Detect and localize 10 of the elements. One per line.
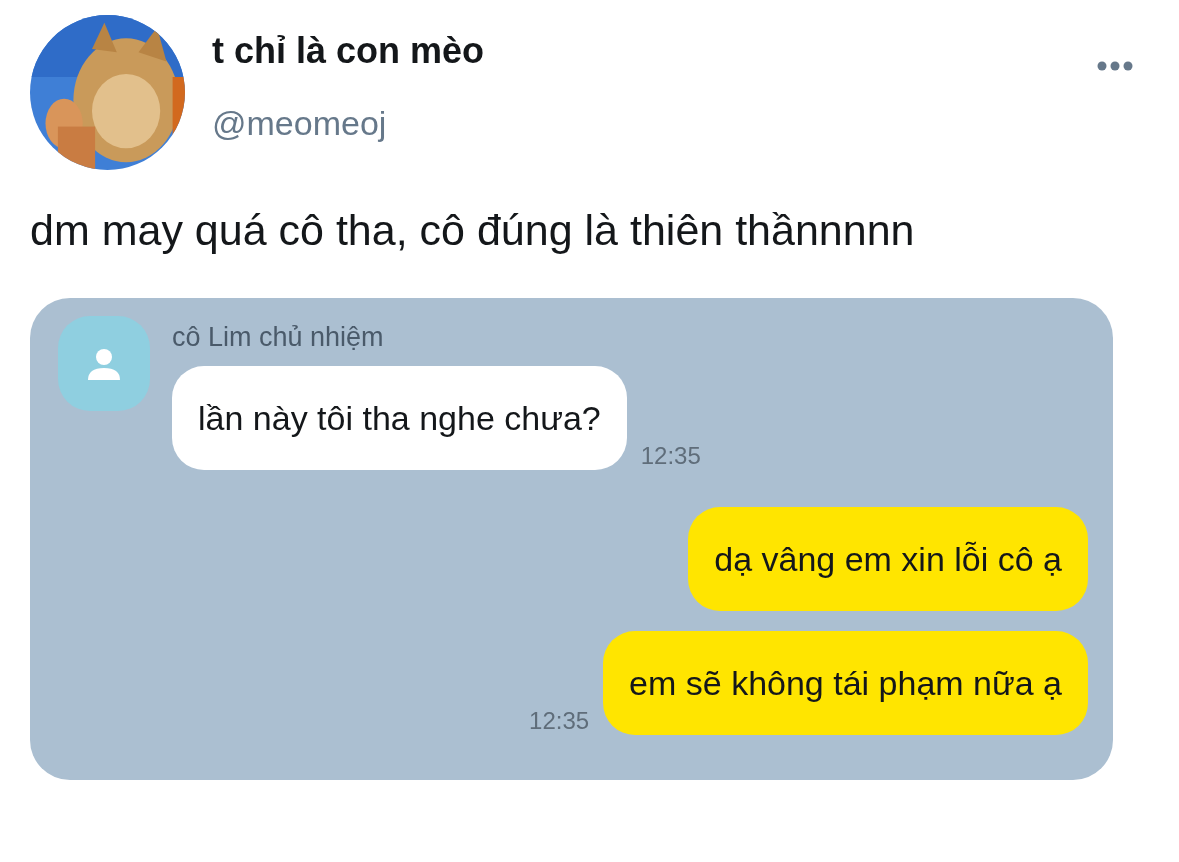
message-time: 12:35	[529, 707, 590, 735]
message-bubble: em sẽ không tái phạm nữa ạ	[603, 631, 1088, 735]
more-icon[interactable]	[1097, 61, 1133, 71]
author-name: t chỉ là con mèo	[212, 29, 486, 73]
message-bubble: dạ vâng em xin lỗi cô ạ	[688, 507, 1088, 611]
contact-name: cô Lim chủ nhiệm	[172, 321, 385, 354]
message-time: 12:35	[640, 442, 701, 470]
tweet-text: dm may quá cô tha, cô đúng là thiên thầnnnnn	[30, 205, 916, 256]
message-bubble: lần này tôi tha nghe chưa?	[172, 366, 627, 470]
author-handle: @meomeoj	[212, 103, 388, 143]
